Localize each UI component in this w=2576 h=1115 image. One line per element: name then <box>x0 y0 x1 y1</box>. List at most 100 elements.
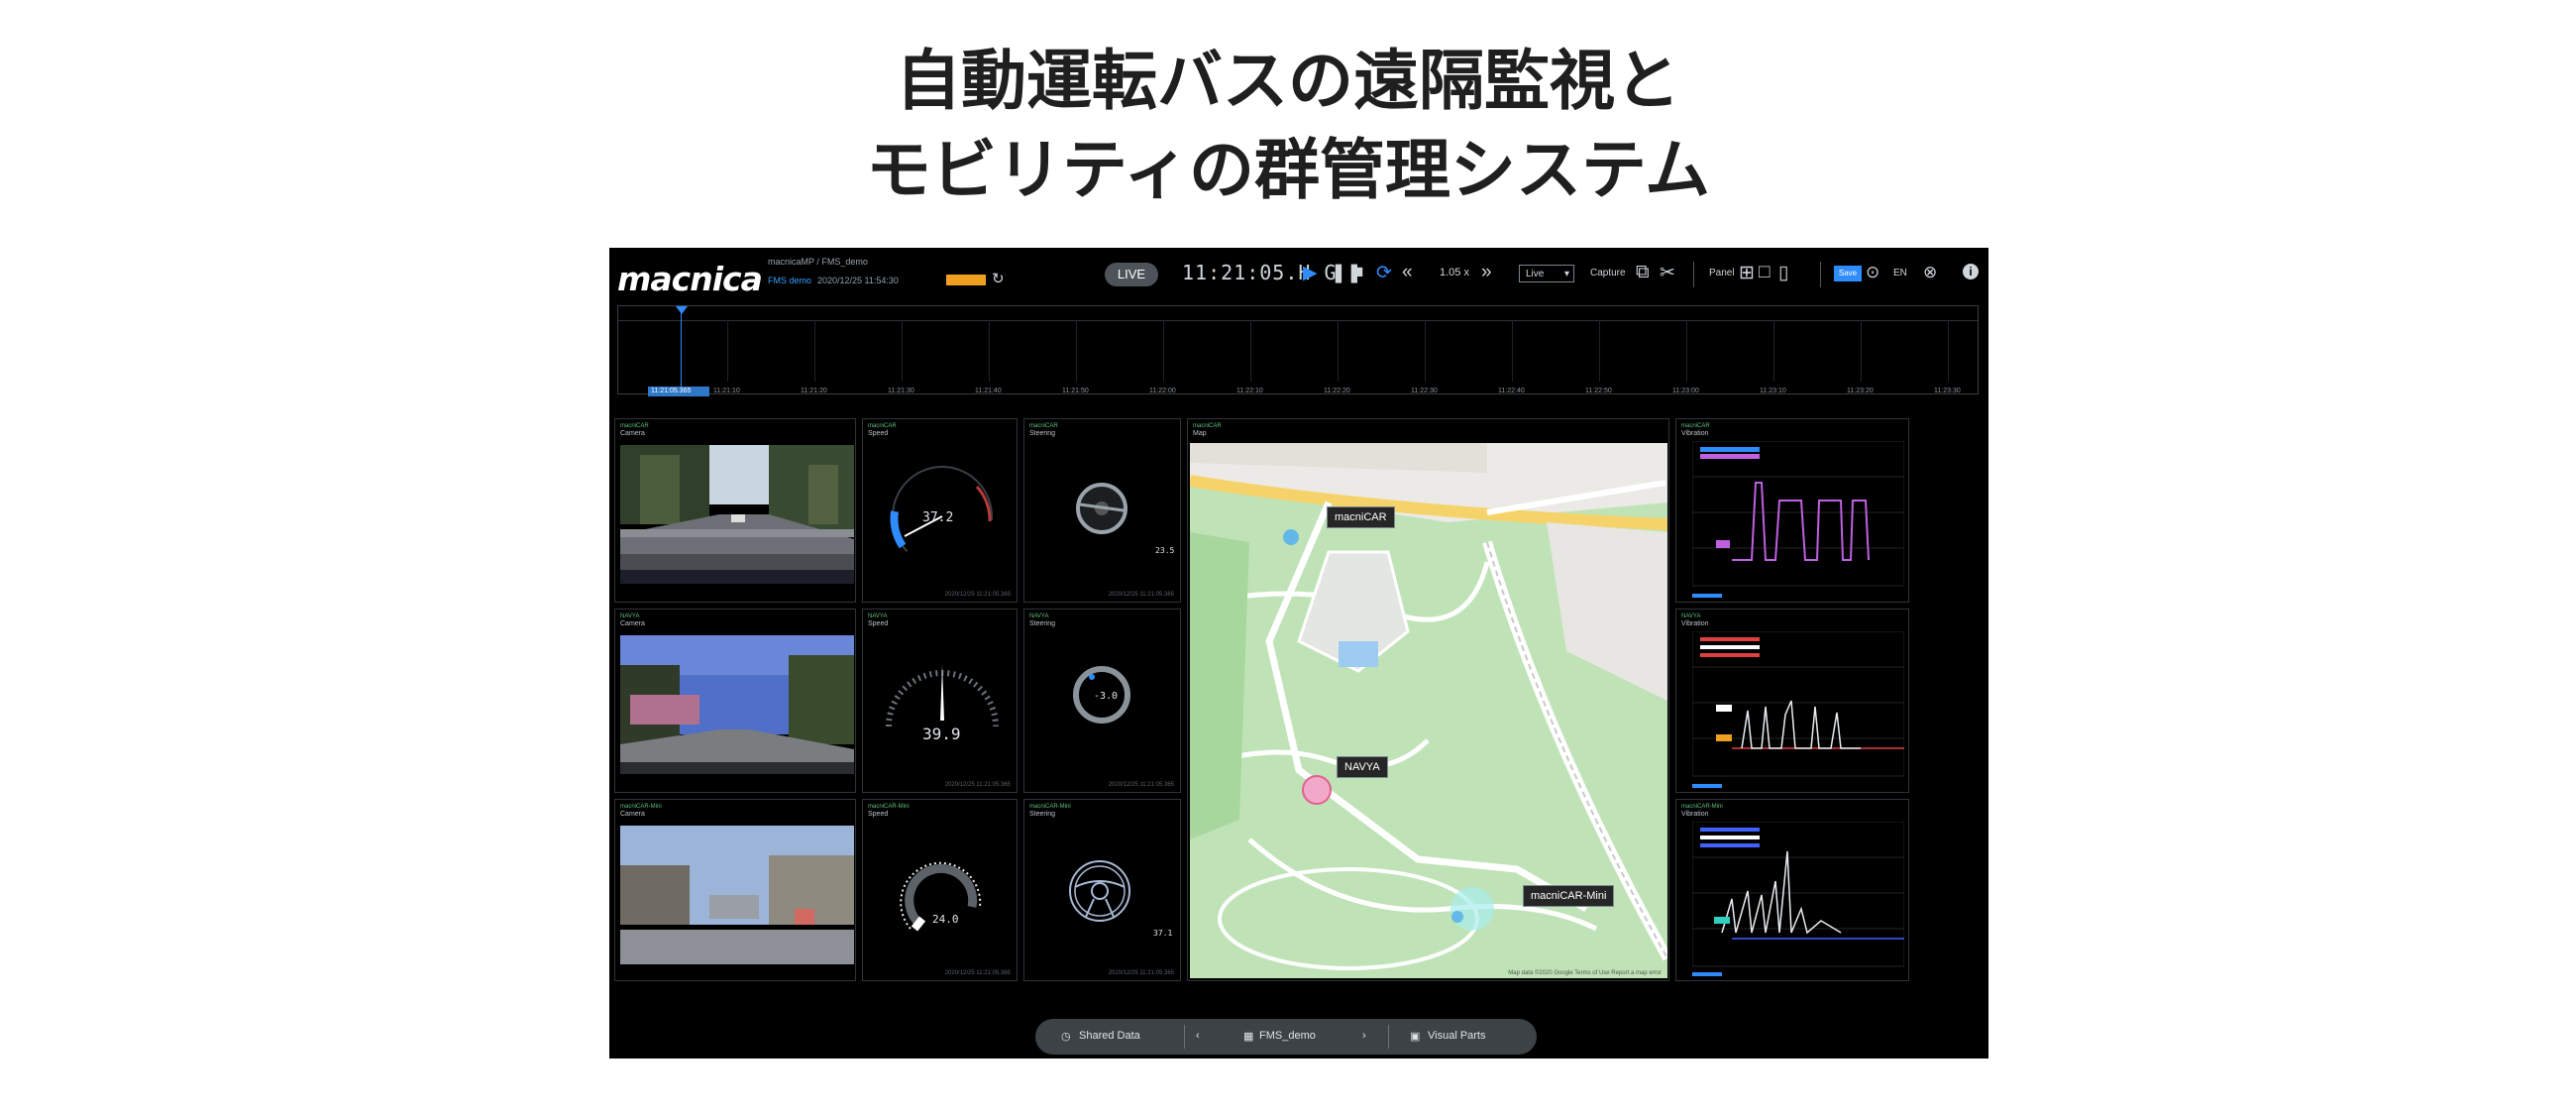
timeline-tick-label: 11:21:20 <box>801 388 827 394</box>
map-vehicle-label[interactable]: macniCAR <box>1327 506 1395 528</box>
panel-timestamp: 2020/12/25 11:21:05.365 <box>944 970 1011 976</box>
timeline[interactable]: 11:21:05.365 11:21:10 11:21:20 11:21:30 11:… <box>617 305 1979 396</box>
timeline-tick-label: 11:21:40 <box>975 388 1002 394</box>
timeline-playhead-handle[interactable] <box>676 306 688 314</box>
loop-icon[interactable]: ⟳ <box>1376 262 1392 284</box>
timeline-tick <box>1425 320 1426 382</box>
next-icon[interactable]: › <box>1362 1030 1366 1042</box>
map-vehicle-label[interactable]: macniCAR-Mini <box>1523 885 1615 907</box>
shared-data-button[interactable]: Shared Data <box>1079 1030 1140 1042</box>
vibration-chart <box>1692 441 1904 587</box>
playback-speed[interactable]: 1.05 x <box>1440 267 1469 279</box>
speed-panel[interactable]: NAVYA Speed 39.9 2020/12/25 11:21:05.365 <box>862 609 1018 793</box>
mode-select[interactable]: Live ▾ <box>1519 265 1574 282</box>
timeline-tick-label: 11:23:00 <box>1672 388 1699 394</box>
bottom-toolbar: ◷ Shared Data ‹ ▦ FMS_demo › ▣ Visual Pa… <box>1035 1019 1537 1055</box>
camera-panel[interactable]: NAVYA Camera <box>614 609 856 793</box>
timeline-cursor[interactable] <box>681 308 682 393</box>
stop-icon[interactable]: ■ <box>1352 262 1363 283</box>
steering-panel[interactable]: macniCAR Steering 23.5 2020/12/25 11:21:… <box>1023 418 1181 603</box>
refresh-icon[interactable]: ↻ <box>992 270 1005 287</box>
chart-legend-badge <box>1692 784 1722 788</box>
speed-value: 24.0 <box>932 913 959 926</box>
map-panel[interactable]: macniCAR Map macniCAR NAVYA macniCAR-Min… <box>1187 418 1669 981</box>
timeline-tick <box>1773 320 1774 382</box>
panel-label: Steering <box>1029 620 1056 627</box>
timeline-tick-label: 11:22:00 <box>1149 388 1176 394</box>
page-title-line-2: モビリティの群管理システム <box>865 132 1711 208</box>
info-icon[interactable]: i <box>1963 264 1979 279</box>
panel-layout-icon[interactable]: □ <box>1759 262 1770 283</box>
vibration-panel[interactable]: macniCAR-Mini Vibration <box>1675 799 1909 981</box>
visual-parts-button[interactable]: Visual Parts <box>1428 1030 1486 1042</box>
live-button[interactable]: LIVE <box>1105 263 1158 286</box>
rewind-icon[interactable]: « <box>1402 262 1413 283</box>
page-title-line-1: 自動運転バスの遠隔監視と <box>896 43 1680 119</box>
speed-panel[interactable]: macniCAR Speed 37.2 2020/12/25 11:21:05.… <box>862 418 1018 603</box>
project-name[interactable]: FMS_demo <box>1259 1030 1316 1042</box>
cut-icon[interactable]: ✂ <box>1660 262 1675 284</box>
speed-value: 39.9 <box>922 725 961 743</box>
panel-label: Vibration <box>1681 430 1709 437</box>
chevron-down-icon: ▾ <box>1563 269 1569 279</box>
timeline-tick <box>1250 320 1251 382</box>
fast-forward-icon[interactable]: » <box>1481 262 1492 283</box>
panel-label: Speed <box>868 620 889 627</box>
timeline-tick-label: 11:23:10 <box>1760 388 1786 394</box>
panel-source: macniCAR-Mini <box>868 804 910 810</box>
panel-source: NAVYA <box>1029 613 1049 619</box>
panel-source: macniCAR <box>620 423 649 429</box>
clock-icon: ◷ <box>1061 1031 1071 1043</box>
timeline-tick <box>902 320 903 382</box>
panel-source: NAVYA <box>620 613 640 619</box>
steering-wheel-icon <box>1076 483 1127 534</box>
chart-legend-badge <box>1692 594 1722 598</box>
panel-source: macniCAR <box>1193 423 1222 429</box>
panel-label: Speed <box>868 811 889 818</box>
session-id[interactable]: FMS demo <box>768 276 811 285</box>
panel-timestamp: 2020/12/25 11:21:05.365 <box>944 592 1011 598</box>
camera-panel[interactable]: macniCAR-Mini Camera <box>614 799 856 981</box>
map-vehicle-label[interactable]: NAVYA <box>1337 756 1388 778</box>
timeline-tick-label: 11:22:30 <box>1411 388 1438 394</box>
panel-timestamp: 2020/12/25 11:21:05.365 <box>1108 970 1174 976</box>
camera-panel[interactable]: macniCAR Camera <box>614 418 856 603</box>
save-button[interactable]: Save <box>1834 266 1862 281</box>
language-select[interactable]: EN <box>1893 268 1907 279</box>
close-circle-icon[interactable]: ⊗ <box>1923 263 1937 282</box>
timeline-tick-label: 11:22:40 <box>1498 388 1525 394</box>
project-path[interactable]: macnicaMP / FMS_demo <box>768 257 868 267</box>
vibration-panel[interactable]: NAVYA Vibration <box>1675 609 1909 793</box>
vibration-panel[interactable]: macniCAR Vibration <box>1675 418 1909 603</box>
panel-label: Camera <box>620 811 645 818</box>
timeline-tick-label: 11:22:20 <box>1324 388 1350 394</box>
panel-timestamp: 2020/12/25 11:21:05.365 <box>1108 782 1174 788</box>
steering-panel[interactable]: NAVYA Steering -3.0 2020/12/25 11:21:05.… <box>1023 609 1181 793</box>
mode-select-value: Live <box>1526 269 1545 279</box>
map-attribution[interactable]: Map data ©2020 Google Terms of Use Repor… <box>1508 970 1662 976</box>
timeline-tick <box>1861 320 1862 382</box>
chart-legend-badge <box>1692 972 1722 976</box>
timeline-tick <box>989 320 990 382</box>
panel-add-icon[interactable]: ⊞ <box>1739 262 1755 284</box>
capture-image-icon[interactable]: ⧉ <box>1636 262 1650 283</box>
previous-icon[interactable]: ‹ <box>1196 1030 1200 1042</box>
settings-icon[interactable]: ⊙ <box>1866 263 1879 282</box>
delete-icon[interactable]: ▯ <box>1778 262 1788 284</box>
timeline-tick-label: 11:23:30 <box>1934 388 1961 394</box>
map-view[interactable]: macniCAR NAVYA macniCAR-Mini Map data ©2… <box>1190 443 1667 978</box>
panel-source: macniCAR-Mini <box>620 804 662 810</box>
steering-panel[interactable]: macniCAR-Mini Steering 37.1 2020/12/25 1… <box>1023 799 1181 981</box>
session-info: FMS demo 2020/12/25 11:54:30 <box>768 276 899 285</box>
capture-label: Capture <box>1590 268 1626 279</box>
play-icon[interactable]: ▶ <box>1303 262 1318 284</box>
panel-source: macniCAR-Mini <box>1029 804 1071 810</box>
panel-label: Steering <box>1029 430 1056 437</box>
timeline-tick <box>1948 320 1949 382</box>
speed-panel[interactable]: macniCAR-Mini Speed 24.0 2020/12/25 11:2… <box>862 799 1018 981</box>
panel-label: Camera <box>620 620 645 627</box>
steering-wheel-icon <box>1069 860 1130 922</box>
app-header: macnica macnicaMP / FMS_demo FMS demo 202… <box>609 248 1988 307</box>
panel-label: Panel <box>1709 268 1735 279</box>
vibration-chart <box>1692 822 1904 967</box>
